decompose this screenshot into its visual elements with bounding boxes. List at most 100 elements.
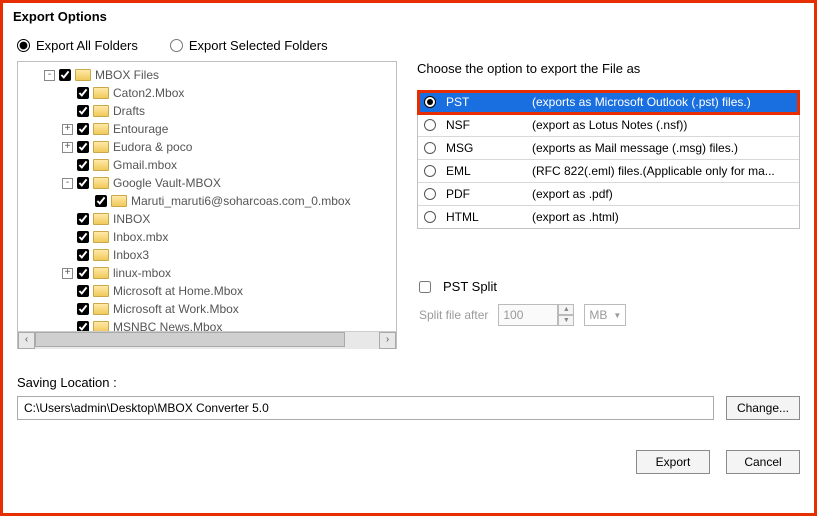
tree-item[interactable]: + linux-mbox — [20, 264, 394, 282]
radio-export-selected[interactable]: Export Selected Folders — [170, 38, 328, 53]
tree-item-label: MBOX Files — [95, 68, 159, 82]
tree-item[interactable]: Maruti_maruti6@soharcoas.com_0.mbox — [20, 192, 394, 210]
folder-icon — [93, 231, 109, 243]
collapse-icon[interactable]: - — [62, 178, 73, 189]
folder-icon — [93, 267, 109, 279]
folder-icon — [93, 177, 109, 189]
folder-icon — [93, 249, 109, 261]
tree-checkbox[interactable] — [77, 141, 89, 153]
radio-icon — [424, 96, 436, 108]
tree-item-label: Maruti_maruti6@soharcoas.com_0.mbox — [131, 194, 351, 208]
format-name: PST — [446, 95, 532, 109]
tree-item-label: Inbox3 — [113, 248, 149, 262]
tree-checkbox[interactable] — [77, 213, 89, 225]
format-option-pst[interactable]: PST(exports as Microsoft Outlook (.pst) … — [418, 91, 799, 114]
format-name: HTML — [446, 210, 532, 224]
tree-item-label: Inbox.mbx — [113, 230, 168, 244]
folder-tree[interactable]: -MBOX FilesCaton2.MboxDrafts+Entourage+E… — [17, 61, 397, 349]
tree-item[interactable]: Caton2.Mbox — [20, 84, 394, 102]
radio-export-all-label: Export All Folders — [36, 38, 138, 53]
format-desc: (exports as Mail message (.msg) files.) — [532, 141, 793, 155]
tree-item-label: Eudora & poco — [113, 140, 192, 154]
tree-checkbox[interactable] — [77, 321, 89, 331]
format-name: EML — [446, 164, 532, 178]
tree-item[interactable]: - MBOX Files — [20, 66, 394, 84]
tree-checkbox[interactable] — [77, 105, 89, 117]
change-button[interactable]: Change... — [726, 396, 800, 420]
tree-item[interactable]: Microsoft at Home.Mbox — [20, 282, 394, 300]
radio-export-all[interactable]: Export All Folders — [17, 38, 138, 53]
format-desc: (export as .html) — [532, 210, 793, 224]
expand-icon[interactable]: + — [62, 268, 73, 279]
pst-split-label: PST Split — [443, 279, 497, 294]
radio-icon — [424, 142, 436, 154]
pst-split-checkbox[interactable] — [419, 281, 431, 293]
export-button[interactable]: Export — [636, 450, 710, 474]
step-down-icon[interactable]: ▼ — [558, 315, 574, 326]
tree-checkbox[interactable] — [77, 159, 89, 171]
saving-location-label: Saving Location : — [17, 375, 800, 390]
tree-item[interactable]: - Google Vault-MBOX — [20, 174, 394, 192]
folder-icon — [93, 105, 109, 117]
format-option-eml[interactable]: EML(RFC 822(.eml) files.(Applicable only… — [418, 160, 799, 183]
collapse-icon[interactable]: - — [44, 70, 55, 81]
tree-item[interactable]: Microsoft at Work.Mbox — [20, 300, 394, 318]
tree-item[interactable]: +Entourage — [20, 120, 394, 138]
unit-dropdown[interactable]: MB ▼ — [584, 304, 626, 326]
format-option-msg[interactable]: MSG(exports as Mail message (.msg) files… — [418, 137, 799, 160]
expand-icon[interactable]: + — [62, 124, 73, 135]
tree-checkbox[interactable] — [77, 267, 89, 279]
unit-value: MB — [589, 308, 607, 322]
tree-item-label: linux-mbox — [113, 266, 171, 280]
folder-icon — [75, 69, 91, 81]
tree-item[interactable]: Inbox.mbx — [20, 228, 394, 246]
tree-checkbox[interactable] — [77, 249, 89, 261]
choose-format-label: Choose the option to export the File as — [417, 61, 800, 76]
folder-icon — [93, 321, 109, 331]
step-up-icon[interactable]: ▲ — [558, 304, 574, 315]
saving-location-input[interactable] — [17, 396, 714, 420]
cancel-button[interactable]: Cancel — [726, 450, 800, 474]
tree-item-label: Microsoft at Work.Mbox — [113, 302, 239, 316]
horizontal-scrollbar[interactable]: ‹ › — [18, 331, 396, 348]
tree-item[interactable]: INBOX — [20, 210, 394, 228]
folder-icon — [93, 123, 109, 135]
tree-checkbox[interactable] — [77, 303, 89, 315]
tree-item[interactable]: MSNBC News.Mbox — [20, 318, 394, 331]
scroll-thumb[interactable] — [35, 332, 345, 347]
folder-icon — [111, 195, 127, 207]
format-desc: (RFC 822(.eml) files.(Applicable only fo… — [532, 164, 793, 178]
tree-checkbox[interactable] — [77, 87, 89, 99]
tree-item-label: Google Vault-MBOX — [113, 176, 221, 190]
scroll-right-icon[interactable]: › — [379, 332, 396, 349]
tree-item[interactable]: Drafts — [20, 102, 394, 120]
tree-checkbox[interactable] — [77, 177, 89, 189]
split-size-stepper[interactable]: ▲ ▼ — [498, 304, 574, 326]
tree-item-label: INBOX — [113, 212, 150, 226]
radio-icon — [424, 165, 436, 177]
radio-export-selected-label: Export Selected Folders — [189, 38, 328, 53]
format-option-html[interactable]: HTML(export as .html) — [418, 206, 799, 228]
tree-checkbox[interactable] — [77, 123, 89, 135]
tree-item[interactable]: + Eudora & poco — [20, 138, 394, 156]
tree-item[interactable]: Gmail.mbox — [20, 156, 394, 174]
tree-checkbox[interactable] — [95, 195, 107, 207]
expand-icon[interactable]: + — [62, 142, 73, 153]
scroll-left-icon[interactable]: ‹ — [18, 332, 35, 349]
format-list: PST(exports as Microsoft Outlook (.pst) … — [417, 90, 800, 229]
folder-icon — [93, 213, 109, 225]
format-name: PDF — [446, 187, 532, 201]
format-option-nsf[interactable]: NSF(export as Lotus Notes (.nsf)) — [418, 114, 799, 137]
tree-item[interactable]: Inbox3 — [20, 246, 394, 264]
tree-item-label: Drafts — [113, 104, 145, 118]
split-size-input[interactable] — [498, 304, 558, 326]
folder-icon — [93, 141, 109, 153]
radio-icon — [424, 211, 436, 223]
split-after-label: Split file after — [419, 308, 488, 322]
tree-item-label: Caton2.Mbox — [113, 86, 184, 100]
format-option-pdf[interactable]: PDF(export as .pdf) — [418, 183, 799, 206]
tree-checkbox[interactable] — [77, 285, 89, 297]
tree-checkbox[interactable] — [59, 69, 71, 81]
format-desc: (exports as Microsoft Outlook (.pst) fil… — [532, 95, 793, 109]
tree-checkbox[interactable] — [77, 231, 89, 243]
